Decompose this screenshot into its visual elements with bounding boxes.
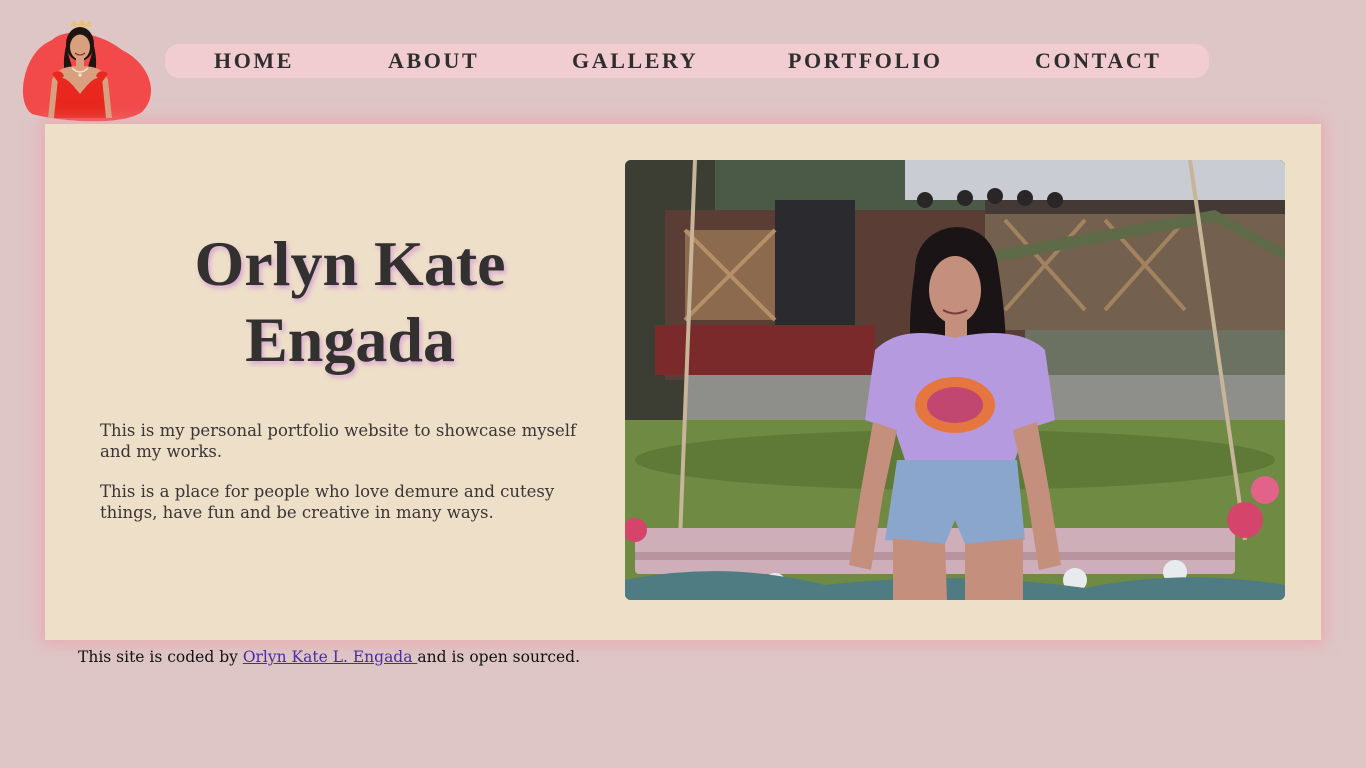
hero-paragraph-1: This is my personal portfolio website to… [100, 421, 577, 461]
footer-author-link[interactable]: Orlyn Kate L. Engada [243, 648, 418, 666]
hero-title: Orlyn Kate Engada [194, 228, 506, 375]
site-logo[interactable] [22, 14, 156, 122]
footer-prefix: This site is coded by [78, 648, 243, 666]
main-nav: HOME ABOUT GALLERY PORTFOLIO CONTACT [165, 44, 1209, 78]
hero-card: Orlyn Kate Engada This is my personal po… [45, 124, 1321, 640]
footer-suffix: and is open sourced. [417, 648, 581, 666]
nav-contact-link[interactable]: CONTACT [1035, 44, 1162, 78]
hero-paragraph-2: This is a place for people who love demu… [100, 482, 555, 522]
portrait-photo [625, 160, 1285, 600]
nav-gallery-link[interactable]: GALLERY [572, 44, 698, 78]
page: HOME ABOUT GALLERY PORTFOLIO CONTACT Orl… [0, 0, 1366, 768]
nav-home-link[interactable]: HOME [214, 44, 294, 78]
portrait-photo-icon [625, 160, 1285, 600]
site-footer: This site is coded by Orlyn Kate L. Enga… [78, 648, 580, 666]
logo-avatar-icon [22, 19, 152, 122]
nav-portfolio-link[interactable]: PORTFOLIO [788, 44, 943, 78]
nav-about-link[interactable]: ABOUT [388, 44, 479, 78]
